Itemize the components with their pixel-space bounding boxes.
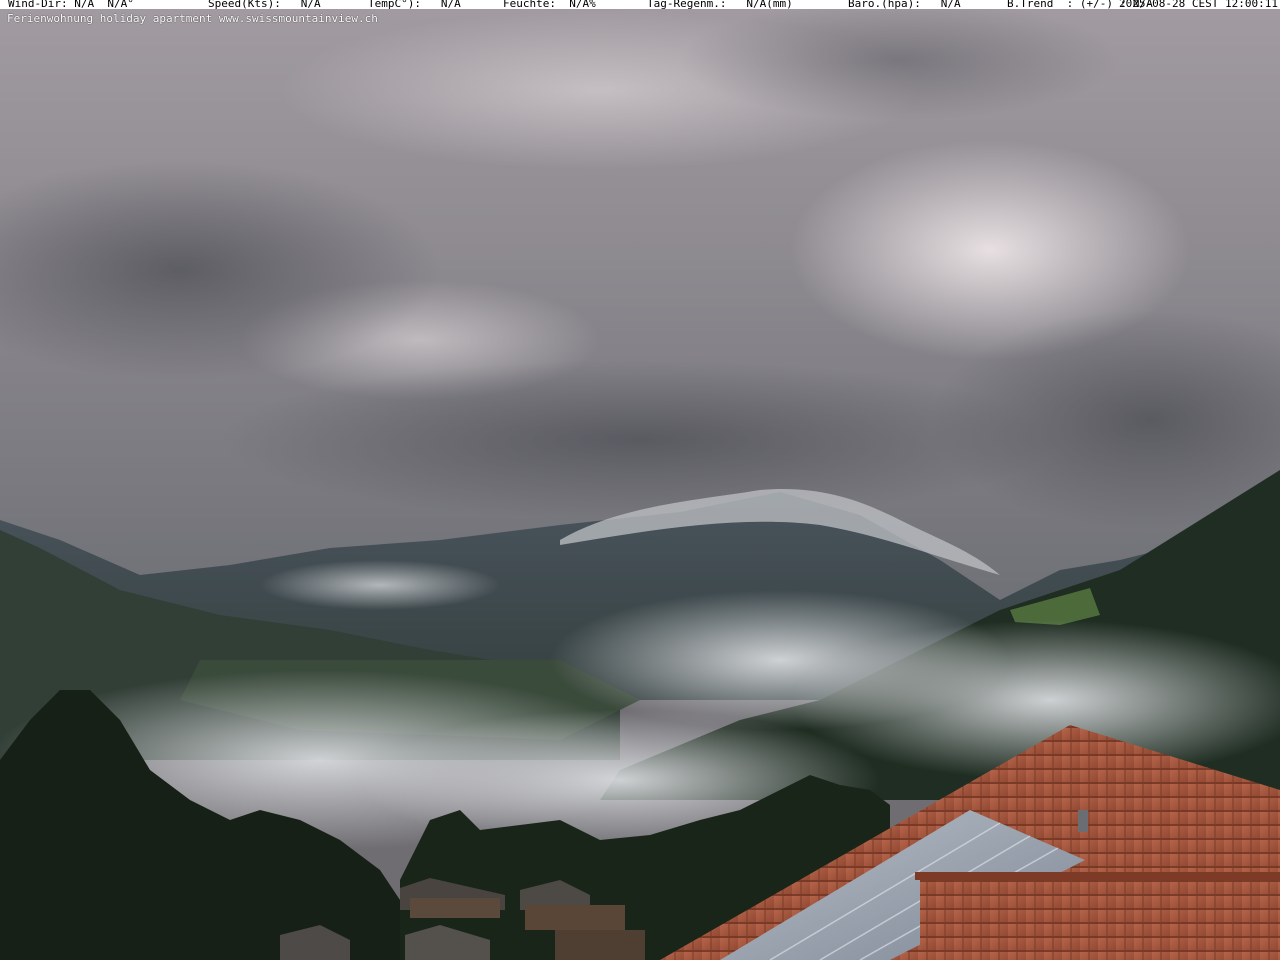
dark-cloud [680,0,1120,120]
weather-status-bar: Wind-Dir: N/A N/A° Speed(Kts): N/A TempC… [0,0,1280,9]
webcam-image [0,0,1280,960]
webcam-frame: Wind-Dir: N/A N/A° Speed(Kts): N/A TempC… [0,0,1280,960]
speed-readout: Speed(Kts): N/A [208,0,321,9]
rain-readout: Tag-Regenm.: N/A(mm) [647,0,793,9]
timestamp: 2025-08-28 CEST 12:00:11 [1119,0,1278,9]
roof-edge [915,872,1280,880]
wind-readout: Wind-Dir: N/A N/A° [8,0,134,9]
humidity-readout: Feuchte: N/A% [503,0,596,9]
lower-roof [920,870,1280,960]
temperature-readout: TempC°): N/A [368,0,461,9]
barometer-readout: Baro.(hpa): N/A [848,0,961,9]
fog-bank [260,560,500,610]
webcam-caption: Ferienwohnung holiday apartment www.swis… [7,12,378,25]
chimney-vent [1078,810,1088,832]
